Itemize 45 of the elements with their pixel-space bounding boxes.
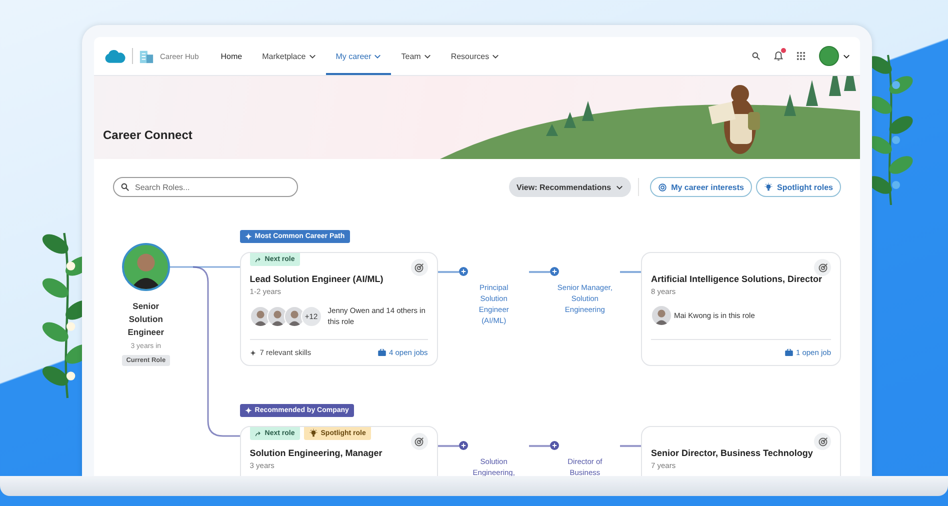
plus-icon[interactable] xyxy=(458,441,468,450)
briefcase-icon xyxy=(378,349,386,356)
nav-tab[interactable]: Home xyxy=(210,37,252,75)
target-icon[interactable] xyxy=(814,259,831,276)
plus-icon[interactable] xyxy=(550,267,559,276)
cloud-logo-icon[interactable] xyxy=(104,48,126,64)
arrow-icon xyxy=(254,256,262,262)
role-title: Senior Director, Business Technology xyxy=(651,448,814,458)
app-grid-icon[interactable] xyxy=(797,52,805,60)
target-icon[interactable] xyxy=(814,433,831,450)
lightbulb-icon xyxy=(308,429,318,438)
search-field[interactable]: Search Roles... xyxy=(113,177,298,197)
page-title: Career Connect xyxy=(103,128,192,142)
user-avatar[interactable] xyxy=(819,46,839,66)
nav-tab[interactable]: Resources xyxy=(440,37,510,75)
sparkle-icon xyxy=(250,350,256,356)
target-icon xyxy=(658,182,668,192)
sparkle-icon xyxy=(244,233,252,240)
view-dropdown[interactable]: View: Recommendations xyxy=(508,177,632,197)
nav-tab[interactable]: Team xyxy=(391,37,441,75)
person-avatar xyxy=(266,306,288,326)
building-icon xyxy=(139,48,154,64)
arrow-icon xyxy=(254,430,262,436)
sparkle-icon xyxy=(244,407,252,414)
role-title: Solution Engineering, Manager xyxy=(250,448,384,458)
chevron-down-icon xyxy=(843,54,850,58)
spotlight-button[interactable]: Spotlight roles xyxy=(756,177,841,197)
role-title: Artificial Intelligence Solutions, Director xyxy=(651,274,824,284)
profile-photo xyxy=(122,243,170,291)
search-icon[interactable] xyxy=(752,52,760,60)
notification-bell-icon[interactable] xyxy=(774,51,783,61)
target-icon[interactable] xyxy=(410,433,428,450)
role-title: Lead Solution Engineer (AI/ML) xyxy=(250,274,384,284)
plus-icon[interactable] xyxy=(550,441,559,450)
lightbulb-icon xyxy=(764,182,773,192)
chevron-down-icon xyxy=(616,184,624,190)
plus-icon[interactable] xyxy=(458,267,468,276)
current-role-title: Senior Solution Engineer xyxy=(126,300,166,339)
interests-button[interactable]: My career interests xyxy=(650,177,752,197)
search-icon xyxy=(121,183,129,191)
person-avatar xyxy=(250,306,271,326)
person-avatar xyxy=(651,305,672,326)
nav-tab[interactable]: Marketplace xyxy=(252,37,326,75)
briefcase-icon xyxy=(784,349,793,356)
target-icon[interactable] xyxy=(410,259,428,276)
